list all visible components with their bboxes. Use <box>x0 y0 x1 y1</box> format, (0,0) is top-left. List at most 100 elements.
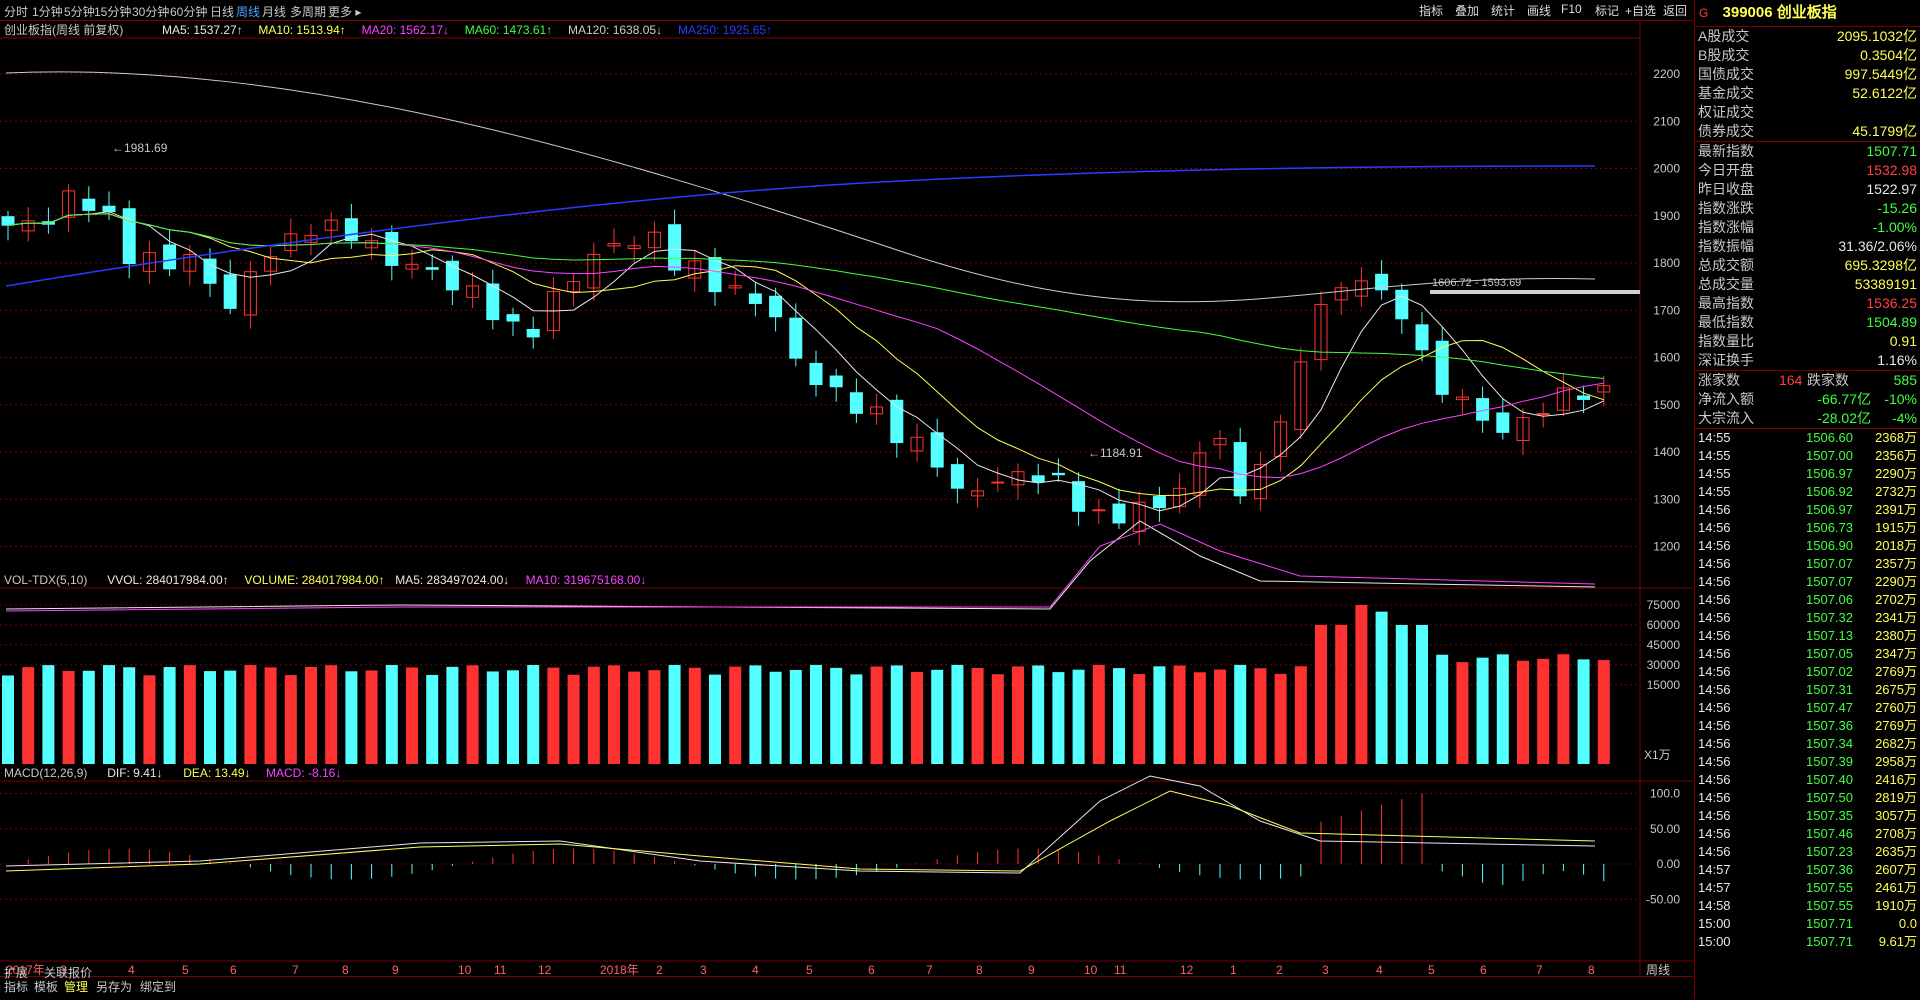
volume-bar <box>1193 672 1206 764</box>
volume-ma5-line <box>5 520 1596 610</box>
tick-row: 14:56 1507.23 2635万 <box>1695 843 1920 861</box>
tick-time: 14:56 <box>1698 646 1731 661</box>
bottom-subtab-1[interactable]: 关联报价 <box>44 964 92 981</box>
period-tab-0[interactable]: 分时 <box>4 3 28 20</box>
kline-chart[interactable]: 创业板指(周线 前复权) MA5: 1537.27↑ MA10: 1513.94↑ M… <box>0 21 1693 977</box>
volume-bar <box>1335 624 1348 764</box>
tick-row: 14:55 1506.97 2290万 <box>1695 465 1920 483</box>
tick-time: 14:57 <box>1698 880 1731 895</box>
period-tab-6[interactable]: 日线 <box>210 3 234 20</box>
legend-item: MA120: 1638.05↓ <box>568 23 662 37</box>
volume-bar <box>1113 668 1125 764</box>
tick-time: 14:56 <box>1698 664 1731 679</box>
period-tab-4[interactable]: 30分钟 <box>132 3 169 20</box>
flow-percent: -4% <box>1892 410 1917 426</box>
candle-body <box>1536 413 1550 416</box>
advance-decline-row: 涨家数 164 跌家数 585 <box>1695 371 1920 390</box>
tick-volume: 2391万 <box>1875 502 1917 517</box>
index-stat-row: 今日开盘 1532.98 <box>1695 161 1920 180</box>
volume-bar <box>1294 666 1307 764</box>
legend-item: MA10: 1513.94↑ <box>258 23 345 37</box>
period-tab-7[interactable]: 周线 <box>236 3 260 20</box>
candle-body <box>708 257 722 293</box>
legend-item: MA5: 1537.27↑ <box>162 23 243 37</box>
high-annotation: ←1981.69 <box>112 141 168 155</box>
tool-button-7[interactable]: 返回 <box>1660 2 1690 19</box>
tick-price: 1507.47 <box>1806 700 1853 715</box>
candle-body <box>930 432 944 468</box>
tick-row: 14:57 1507.36 2607万 <box>1695 861 1920 879</box>
volume-bar <box>1133 674 1146 764</box>
tick-price: 1506.97 <box>1806 466 1853 481</box>
volume-bar <box>709 674 721 764</box>
volume-bar <box>1416 624 1428 764</box>
period-tab-9[interactable]: 多周期 <box>290 3 326 20</box>
tick-time: 14:56 <box>1698 790 1731 805</box>
volume-bar <box>890 665 903 764</box>
date-tick: 6 <box>1480 963 1487 976</box>
tick-volume: 3057万 <box>1875 808 1917 823</box>
turnover-row: 基金成交 52.6122亿 <box>1695 84 1920 103</box>
tick-price: 1506.60 <box>1806 430 1853 445</box>
volume-bar <box>325 665 338 764</box>
tick-time: 14:56 <box>1698 700 1731 715</box>
tool-button-1[interactable]: 叠加 <box>1452 2 1482 19</box>
date-tick: 4 <box>752 963 759 976</box>
stat-label: 指数振幅 <box>1698 238 1754 254</box>
turnover-row: 权证成交 <box>1695 103 1920 122</box>
tick-volume: 2769万 <box>1875 664 1917 679</box>
bottom-tab-3[interactable]: 另存为 <box>96 978 132 995</box>
tool-button-6[interactable]: +自选 <box>1622 2 1659 19</box>
tool-button-3[interactable]: 画线 <box>1524 2 1554 19</box>
stat-value: -1.00% <box>1872 219 1917 235</box>
period-tab-10[interactable]: 更多 ▸ <box>328 3 361 20</box>
period-tab-8[interactable]: 月线 <box>262 3 286 20</box>
volume-bar <box>1254 668 1267 764</box>
tool-button-2[interactable]: 统计 <box>1488 2 1518 19</box>
period-tab-3[interactable]: 15分钟 <box>94 3 131 20</box>
flow-value: -28.02亿 <box>1817 410 1871 426</box>
date-tick: 4 <box>128 963 135 976</box>
volume-bar <box>305 666 317 764</box>
legend-item: DIF: 9.41↓ <box>107 766 162 780</box>
tool-button-0[interactable]: 指标 <box>1416 2 1446 19</box>
bottom-subtab-0[interactable]: 扩展 <box>4 964 28 981</box>
volume-bar <box>1153 666 1166 764</box>
period-tab-2[interactable]: 5分钟 <box>64 3 95 20</box>
period-tab-1[interactable]: 1分钟 <box>32 3 63 20</box>
stat-label: 基金成交 <box>1698 85 1754 101</box>
candle-body <box>102 205 116 213</box>
volume-bar <box>749 665 762 764</box>
volume-bar <box>62 670 75 764</box>
volume-bar <box>911 671 923 764</box>
volume-tick: 30000 <box>1647 658 1681 672</box>
tick-row: 14:55 1506.60 2368万 <box>1695 429 1920 447</box>
tick-row: 14:56 1507.39 2958万 <box>1695 753 1920 771</box>
date-tick: 7 <box>926 963 933 976</box>
period-tab-5[interactable]: 60分钟 <box>170 3 207 20</box>
tick-price: 1507.55 <box>1806 898 1853 913</box>
tool-button-5[interactable]: 标记 <box>1592 2 1622 19</box>
date-tick: 3 <box>700 963 707 976</box>
date-tick: 6 <box>868 963 875 976</box>
bottom-tab-4[interactable]: 绑定到 <box>140 978 176 995</box>
ma20-line <box>7 213 1604 479</box>
chart-area[interactable]: 创业板指(周线 前复权) MA5: 1537.27↑ MA10: 1513.94↑ M… <box>0 21 1693 977</box>
volume-bar <box>1456 662 1469 764</box>
tick-time: 14:55 <box>1698 466 1731 481</box>
tick-volume: 2702万 <box>1875 592 1917 607</box>
stat-value: 1532.98 <box>1866 162 1917 178</box>
tick-list[interactable]: 14:55 1506.60 2368万 14:55 1507.00 2356万 14:55 1… <box>1695 429 1920 951</box>
tick-volume: 2347万 <box>1875 646 1917 661</box>
candle-body <box>950 464 964 489</box>
volume-bar <box>426 674 439 764</box>
tick-row: 15:00 1507.71 9.61万 <box>1695 933 1920 951</box>
candles <box>1 183 1611 546</box>
tick-row: 14:56 1507.35 3057万 <box>1695 807 1920 825</box>
tick-volume: 2708万 <box>1875 826 1917 841</box>
tick-row: 14:57 1507.55 2461万 <box>1695 879 1920 897</box>
date-tick: 10 <box>458 963 472 976</box>
volume-bar <box>1537 658 1550 764</box>
tick-price: 1507.71 <box>1806 916 1853 931</box>
tool-button-4[interactable]: F10 <box>1558 2 1585 16</box>
